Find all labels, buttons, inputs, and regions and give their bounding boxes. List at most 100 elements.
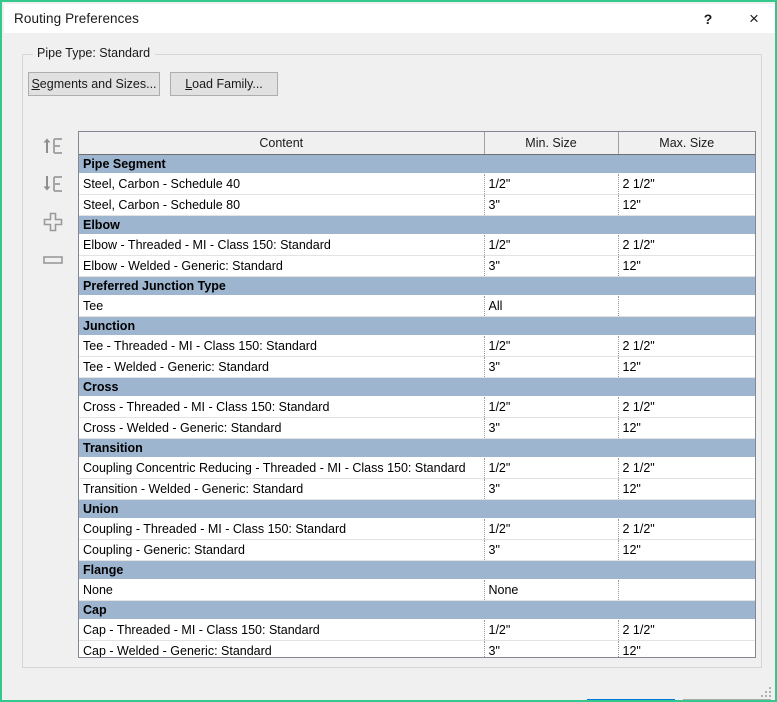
group-label: Union: [79, 499, 755, 519]
row-max-size[interactable]: 2 1/2": [618, 173, 755, 195]
row-min-size[interactable]: 1/2": [484, 396, 619, 418]
row-tools: [36, 131, 84, 283]
table-group-header[interactable]: Preferred Junction Type: [79, 276, 755, 296]
delete-row-icon[interactable]: [36, 245, 70, 275]
table-row[interactable]: Cross - Welded - Generic: Standard 3" 12": [79, 417, 755, 439]
row-max-size[interactable]: 2 1/2": [618, 335, 755, 357]
row-max-size[interactable]: 2 1/2": [618, 457, 755, 479]
row-max-size[interactable]: 12": [618, 356, 755, 378]
routing-preferences-table[interactable]: Content Min. Size Max. Size Pipe Segment…: [78, 131, 756, 658]
row-max-size[interactable]: 12": [618, 417, 755, 439]
row-max-size[interactable]: 12": [618, 640, 755, 657]
row-min-size[interactable]: 1/2": [484, 619, 619, 641]
row-max-size[interactable]: [618, 295, 755, 317]
resize-grip-icon[interactable]: [761, 687, 773, 699]
row-content[interactable]: Steel, Carbon - Schedule 40: [79, 173, 485, 195]
row-min-size[interactable]: All: [484, 295, 619, 317]
table-row[interactable]: Cap - Threaded - MI - Class 150: Standar…: [79, 619, 755, 641]
column-header-max-size[interactable]: Max. Size: [618, 132, 755, 155]
row-max-size[interactable]: 2 1/2": [618, 619, 755, 641]
close-icon[interactable]: ×: [731, 4, 775, 33]
move-up-icon[interactable]: [36, 131, 70, 161]
row-min-size[interactable]: None: [484, 579, 619, 601]
row-max-size[interactable]: 2 1/2": [618, 234, 755, 256]
column-header-content[interactable]: Content: [79, 132, 485, 155]
table-row[interactable]: Tee All: [79, 295, 755, 317]
move-down-icon[interactable]: [36, 169, 70, 199]
row-min-size[interactable]: 3": [484, 640, 619, 657]
table-row[interactable]: Elbow - Threaded - MI - Class 150: Stand…: [79, 234, 755, 256]
row-min-size[interactable]: 3": [484, 194, 619, 216]
row-min-size[interactable]: 3": [484, 255, 619, 277]
table-group-header[interactable]: Cap: [79, 600, 755, 620]
row-content[interactable]: Cap - Welded - Generic: Standard: [79, 640, 485, 657]
row-min-size[interactable]: 1/2": [484, 173, 619, 195]
row-min-size[interactable]: 1/2": [484, 234, 619, 256]
column-header-min-size[interactable]: Min. Size: [484, 132, 619, 155]
row-max-size[interactable]: 2 1/2": [618, 396, 755, 418]
load-family-label: oad Family...: [192, 77, 263, 91]
table-row[interactable]: Tee - Threaded - MI - Class 150: Standar…: [79, 335, 755, 357]
segments-and-sizes-button[interactable]: Segments and Sizes...: [28, 72, 160, 96]
table-row[interactable]: Coupling - Generic: Standard 3" 12": [79, 539, 755, 561]
routing-preferences-dialog: Routing Preferences ? × Pipe Type: Stand…: [0, 0, 777, 702]
help-icon[interactable]: ?: [685, 4, 731, 33]
group-label: Pipe Segment: [79, 154, 755, 174]
table-row[interactable]: Steel, Carbon - Schedule 80 3" 12": [79, 194, 755, 216]
row-content[interactable]: Transition - Welded - Generic: Standard: [79, 478, 485, 500]
row-content[interactable]: Steel, Carbon - Schedule 80: [79, 194, 485, 216]
row-content[interactable]: Cross - Welded - Generic: Standard: [79, 417, 485, 439]
group-label: Cross: [79, 377, 755, 397]
table-row[interactable]: Cross - Threaded - MI - Class 150: Stand…: [79, 396, 755, 418]
load-family-button[interactable]: Load Family...: [170, 72, 278, 96]
dialog-body: Pipe Type: Standard Segments and Sizes..…: [4, 33, 775, 700]
table-row[interactable]: Coupling - Threaded - MI - Class 150: St…: [79, 518, 755, 540]
group-label: Preferred Junction Type: [79, 276, 755, 296]
group-label: Elbow: [79, 215, 755, 235]
pipe-type-label: Pipe Type: Standard: [33, 46, 156, 60]
row-max-size[interactable]: [618, 579, 755, 601]
row-content[interactable]: Elbow - Welded - Generic: Standard: [79, 255, 485, 277]
add-row-icon[interactable]: [36, 207, 70, 237]
table-row[interactable]: Steel, Carbon - Schedule 40 1/2" 2 1/2": [79, 173, 755, 195]
row-content[interactable]: Tee: [79, 295, 485, 317]
table-row[interactable]: Cap - Welded - Generic: Standard 3" 12": [79, 640, 755, 657]
table-group-header[interactable]: Cross: [79, 377, 755, 397]
pipe-type-groupbox: Pipe Type: Standard Segments and Sizes..…: [22, 46, 762, 668]
row-content[interactable]: Tee - Welded - Generic: Standard: [79, 356, 485, 378]
row-max-size[interactable]: 2 1/2": [618, 518, 755, 540]
table-row[interactable]: Transition - Welded - Generic: Standard 3…: [79, 478, 755, 500]
row-min-size[interactable]: 3": [484, 478, 619, 500]
table-row[interactable]: Coupling Concentric Reducing - Threaded …: [79, 457, 755, 479]
row-content[interactable]: Coupling - Threaded - MI - Class 150: St…: [79, 518, 485, 540]
table-group-header[interactable]: Junction: [79, 316, 755, 336]
row-content[interactable]: None: [79, 579, 485, 601]
row-max-size[interactable]: 12": [618, 478, 755, 500]
row-content[interactable]: Cap - Threaded - MI - Class 150: Standar…: [79, 619, 485, 641]
table-row[interactable]: Elbow - Welded - Generic: Standard 3" 12": [79, 255, 755, 277]
row-min-size[interactable]: 3": [484, 539, 619, 561]
row-max-size[interactable]: 12": [618, 539, 755, 561]
segments-accel: S: [31, 77, 40, 91]
table-row[interactable]: Tee - Welded - Generic: Standard 3" 12": [79, 356, 755, 378]
table-group-header[interactable]: Union: [79, 499, 755, 519]
row-min-size[interactable]: 1/2": [484, 518, 619, 540]
table-group-header[interactable]: Elbow: [79, 215, 755, 235]
row-min-size[interactable]: 3": [484, 417, 619, 439]
window-title: Routing Preferences: [14, 11, 139, 26]
row-content[interactable]: Coupling Concentric Reducing - Threaded …: [79, 457, 485, 479]
row-content[interactable]: Elbow - Threaded - MI - Class 150: Stand…: [79, 234, 485, 256]
group-label: Junction: [79, 316, 755, 336]
table-group-header[interactable]: Flange: [79, 560, 755, 580]
row-max-size[interactable]: 12": [618, 194, 755, 216]
table-group-header[interactable]: Transition: [79, 438, 755, 458]
row-content[interactable]: Coupling - Generic: Standard: [79, 539, 485, 561]
table-row[interactable]: None None: [79, 579, 755, 601]
row-min-size[interactable]: 3": [484, 356, 619, 378]
row-min-size[interactable]: 1/2": [484, 457, 619, 479]
row-min-size[interactable]: 1/2": [484, 335, 619, 357]
table-group-header[interactable]: Pipe Segment: [79, 154, 755, 174]
row-content[interactable]: Cross - Threaded - MI - Class 150: Stand…: [79, 396, 485, 418]
row-content[interactable]: Tee - Threaded - MI - Class 150: Standar…: [79, 335, 485, 357]
row-max-size[interactable]: 12": [618, 255, 755, 277]
